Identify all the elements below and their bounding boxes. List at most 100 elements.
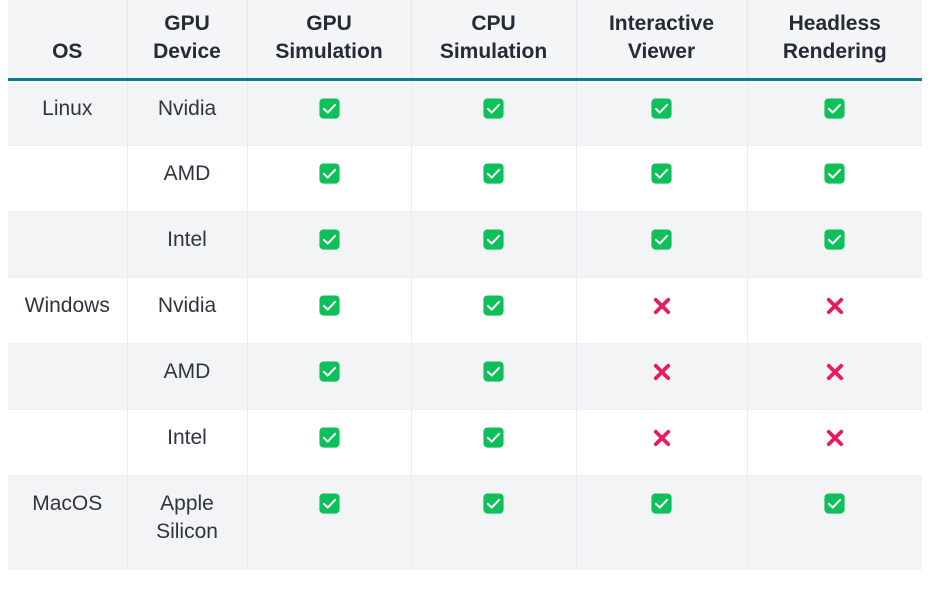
cell-gpu-device: Apple Silicon: [127, 475, 248, 570]
gpu-device-label: AMD: [134, 160, 241, 188]
cell-cpu-simulation: [411, 277, 577, 345]
cell-headless-rendering: [747, 277, 922, 345]
check-supported-icon: [483, 360, 504, 383]
table-row: Intel: [8, 211, 922, 279]
column-header-gpu-simulation-line-1: GPU: [306, 12, 352, 35]
column-header-interactive-viewer: Interactive Viewer: [576, 0, 748, 82]
check-supported-icon: [483, 294, 504, 317]
cell-cpu-simulation: [411, 145, 577, 213]
check-supported-icon: [824, 492, 845, 515]
cell-gpu-simulation: [247, 79, 412, 147]
cell-headless-rendering: [747, 211, 922, 279]
header-row: OS GPU Device GPU Simulation CPU Simulat…: [8, 0, 922, 82]
check-supported-icon: [824, 228, 845, 251]
cell-headless-rendering: [747, 145, 922, 213]
column-header-gpu-simulation: GPU Simulation: [247, 0, 412, 82]
table-row: AMD: [8, 145, 922, 213]
check-supported-icon: [318, 360, 340, 383]
column-header-cpu-simulation: CPU Simulation: [411, 0, 577, 82]
cell-gpu-device: Intel: [127, 409, 248, 477]
cell-os: [8, 343, 128, 411]
cell-os: MacOS: [8, 475, 128, 570]
column-header-gpu-simulation-line-2: Simulation: [275, 40, 383, 64]
cell-cpu-simulation: [411, 343, 577, 411]
support-matrix-container: OS GPU Device GPU Simulation CPU Simulat…: [8, 0, 922, 597]
cell-gpu-device: Nvidia: [127, 79, 248, 147]
column-header-gpu-device-line-1: GPU: [164, 12, 210, 35]
table-row: MacOS Apple Silicon: [8, 475, 922, 570]
cell-gpu-simulation: [247, 277, 412, 345]
check-supported-icon: [824, 162, 845, 185]
check-supported-icon: [651, 97, 672, 120]
cell-os: Windows: [8, 277, 128, 345]
cell-interactive-viewer: [576, 475, 748, 570]
cell-gpu-device: Nvidia: [127, 277, 248, 345]
cell-interactive-viewer: [576, 343, 748, 411]
column-header-headless-rendering-line-1: Headless: [788, 12, 881, 35]
cell-gpu-device: AMD: [127, 343, 248, 411]
cell-interactive-viewer: [576, 211, 748, 279]
table-row: Intel: [8, 409, 922, 477]
column-header-os: OS: [8, 0, 128, 82]
gpu-device-label-line-1: Apple: [160, 492, 214, 516]
check-supported-icon: [651, 492, 672, 515]
gpu-device-label: Intel: [134, 424, 241, 452]
os-label: Windows: [24, 294, 110, 318]
column-header-headless-rendering-line-2: Rendering: [782, 40, 887, 64]
cross-unsupported-icon: [651, 360, 673, 383]
gpu-device-label-line-2: Silicon: [156, 519, 218, 543]
table-header: OS GPU Device GPU Simulation CPU Simulat…: [8, 0, 922, 82]
gpu-device-label: AMD: [134, 358, 241, 386]
check-supported-icon: [318, 97, 340, 120]
gpu-device-label: Nvidia: [134, 95, 241, 123]
cell-cpu-simulation: [411, 475, 577, 570]
cell-interactive-viewer: [576, 277, 748, 345]
cell-headless-rendering: [747, 79, 922, 147]
column-header-headless-rendering: Headless Rendering: [747, 0, 922, 82]
check-supported-icon: [318, 294, 340, 317]
cross-unsupported-icon: [651, 294, 673, 317]
check-supported-icon: [318, 492, 340, 515]
gpu-device-label-line-1: Intel: [167, 426, 207, 450]
cell-os: [8, 409, 128, 477]
check-supported-icon: [318, 228, 340, 251]
check-supported-icon: [318, 162, 340, 185]
check-supported-icon: [483, 162, 504, 185]
cross-unsupported-icon: [824, 426, 846, 449]
column-header-interactive-viewer-line-1: Interactive: [608, 12, 715, 35]
cell-gpu-simulation: [247, 211, 412, 279]
cell-cpu-simulation: [411, 211, 577, 279]
cross-unsupported-icon: [651, 426, 673, 449]
os-label: Linux: [42, 97, 93, 121]
column-header-interactive-viewer-line-2: Viewer: [627, 40, 696, 64]
gpu-device-label: Apple Silicon: [134, 490, 241, 545]
gpu-device-label: Nvidia: [134, 292, 241, 320]
cell-gpu-simulation: [247, 475, 412, 570]
check-supported-icon: [318, 426, 340, 449]
cell-gpu-simulation: [247, 343, 412, 411]
cell-headless-rendering: [747, 343, 922, 411]
cell-os: Linux: [8, 79, 128, 147]
check-supported-icon: [483, 426, 504, 449]
check-supported-icon: [483, 97, 504, 120]
check-supported-icon: [483, 228, 504, 251]
cell-os: [8, 145, 128, 213]
column-header-gpu-device-line-2: Device: [153, 40, 221, 64]
cell-gpu-simulation: [247, 145, 412, 213]
column-header-gpu-device: GPU Device: [127, 0, 248, 82]
cell-gpu-device: Intel: [127, 211, 248, 279]
table-row: Windows Nvidia: [8, 277, 922, 345]
cell-headless-rendering: [747, 475, 922, 570]
os-label: MacOS: [32, 492, 103, 516]
gpu-device-label-line-1: Intel: [167, 228, 207, 252]
column-header-os-line-1: OS: [52, 40, 83, 64]
cell-interactive-viewer: [576, 79, 748, 147]
check-supported-icon: [483, 492, 504, 515]
cell-gpu-simulation: [247, 409, 412, 477]
cell-cpu-simulation: [411, 79, 577, 147]
cell-interactive-viewer: [576, 409, 748, 477]
gpu-device-label-line-1: AMD: [163, 162, 211, 186]
check-supported-icon: [824, 97, 845, 120]
table-row: Linux Nvidia: [8, 79, 922, 147]
gpu-device-label: Intel: [134, 226, 241, 254]
